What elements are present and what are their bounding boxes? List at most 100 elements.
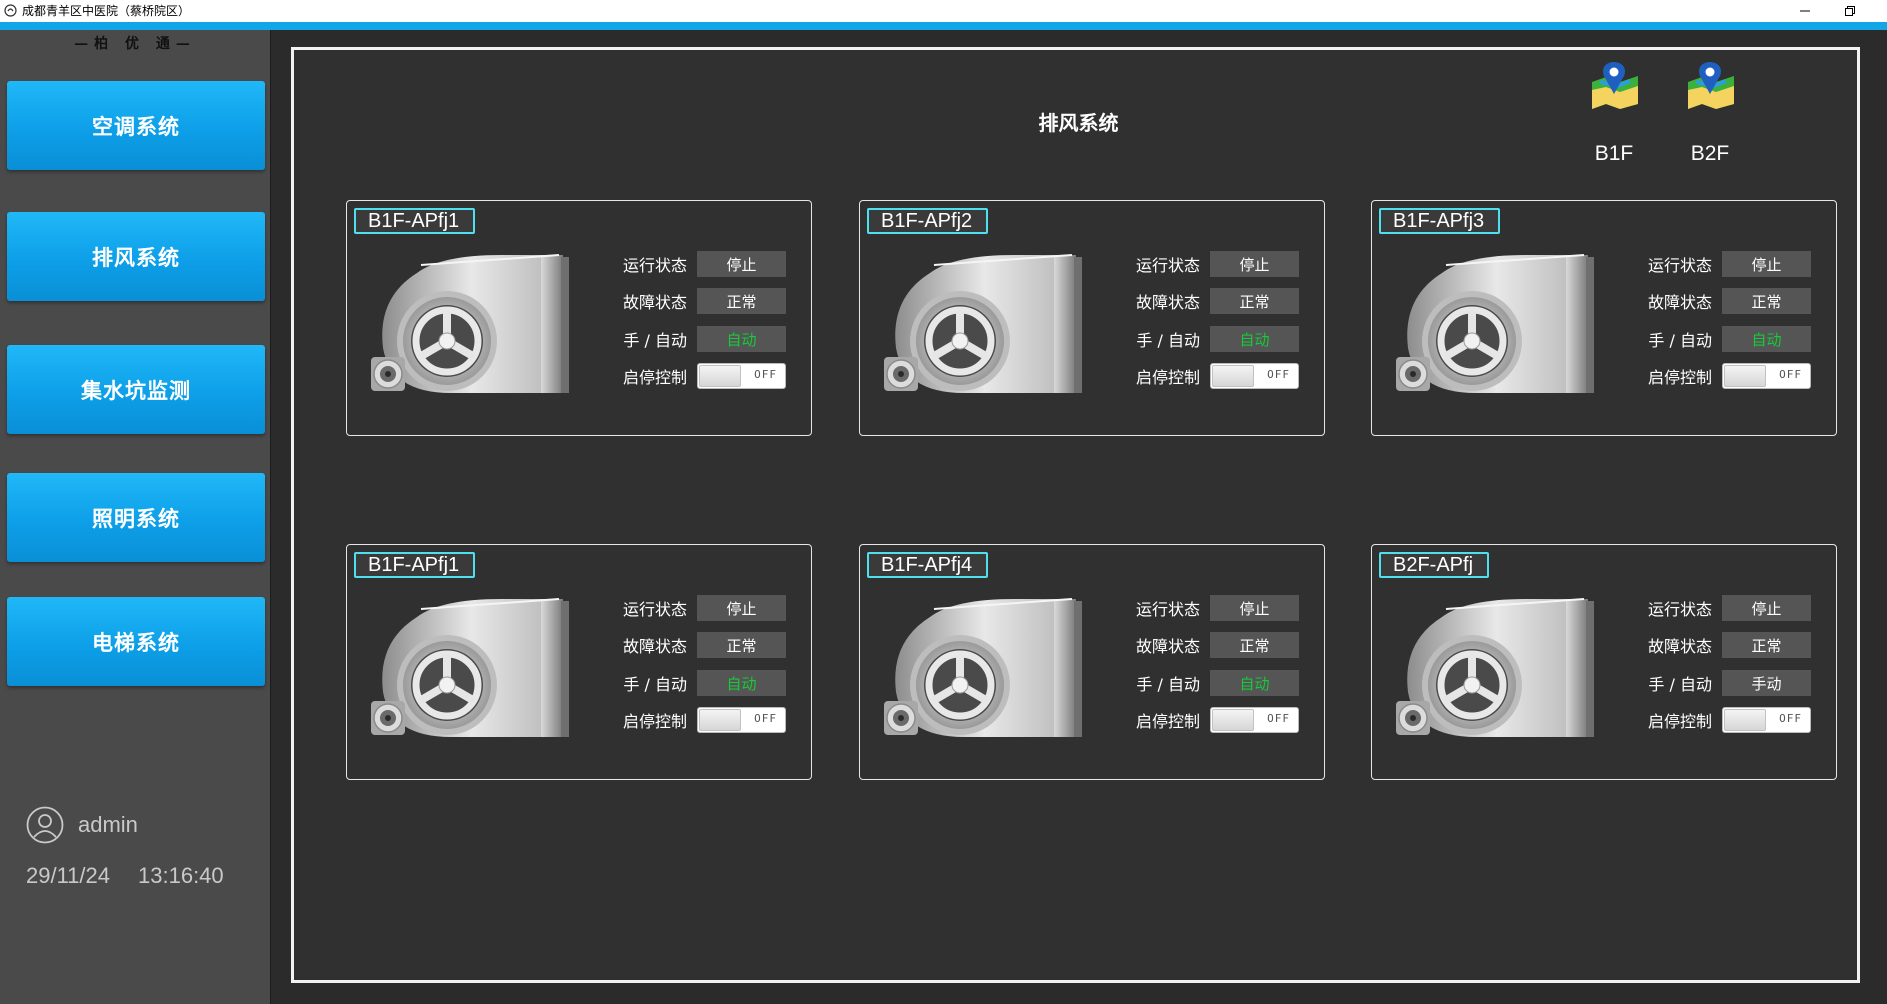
start-stop-toggle[interactable]: OFF — [697, 363, 786, 389]
device-card: B1F-APfj1 运行状态 停止 故障状态 正常 手 / 自动 自动 启停控制… — [346, 200, 812, 436]
run-status-row: 运行状态 停止 — [609, 250, 786, 278]
fault-status-row: 故障状态 正常 — [609, 287, 786, 315]
toggle-knob[interactable] — [699, 365, 741, 387]
toggle-state-text: OFF — [1779, 368, 1802, 381]
minimize-button[interactable] — [1782, 0, 1828, 22]
fault-status-row: 故障状态 正常 — [1634, 631, 1811, 659]
mode-row: 手 / 自动 自动 — [609, 669, 786, 697]
nav-sump-pit-button[interactable]: 集水坑监测 — [7, 345, 265, 434]
run-status-row: 运行状态 停止 — [1634, 250, 1811, 278]
run-status-row: 运行状态 停止 — [609, 594, 786, 622]
map-pin-icon — [1592, 62, 1638, 109]
device-name-tag: B1F-APfj3 — [1379, 208, 1501, 234]
mode-row: 手 / 自动 自动 — [1122, 325, 1299, 353]
mode-label: 手 / 自动 — [1648, 331, 1712, 350]
run-status-value: 停止 — [1722, 595, 1811, 621]
window-titlebar: 成都青羊区中医院（蔡桥院区） — [0, 0, 1887, 22]
mode-value: 自动 — [1722, 326, 1811, 352]
map-pin-icon — [1688, 62, 1734, 109]
fault-status-value: 正常 — [1722, 288, 1811, 314]
run-status-row: 运行状态 停止 — [1122, 250, 1299, 278]
exhaust-fan-icon — [1396, 254, 1594, 393]
mode-label: 手 / 自动 — [623, 331, 687, 350]
page-title: 排风系统 — [1038, 111, 1119, 135]
title-accent-line — [0, 22, 1887, 30]
nav-air-conditioning-button[interactable]: 空调系统 — [7, 81, 265, 170]
app-icon — [4, 4, 17, 17]
device-card: B1F-APfj1 运行状态 停止 故障状态 正常 手 / 自动 自动 启停控制… — [346, 544, 812, 780]
toggle-state-text: OFF — [754, 712, 777, 725]
fault-status-label: 故障状态 — [1647, 637, 1712, 656]
device-name-tag: B1F-APfj2 — [867, 208, 989, 234]
mode-value: 自动 — [697, 670, 786, 696]
run-status-label: 运行状态 — [1647, 256, 1712, 275]
sidebar: —柏 优 通— 空调系统 排风系统 集水坑监测 照明系统 电梯系统 admin … — [0, 30, 270, 1004]
current-time: 13:16:40 — [138, 863, 224, 888]
run-status-value: 停止 — [1722, 251, 1811, 277]
fault-status-value: 正常 — [697, 288, 786, 314]
nav-exhaust-button[interactable]: 排风系统 — [7, 212, 265, 301]
exhaust-fan-icon — [1396, 598, 1594, 737]
mode-label: 手 / 自动 — [1648, 675, 1712, 694]
content-frame — [291, 47, 1860, 983]
fault-status-value: 正常 — [1210, 288, 1299, 314]
toggle-knob[interactable] — [1212, 709, 1254, 731]
window-title: 成都青羊区中医院（蔡桥院区） — [22, 4, 191, 18]
device-card: B1F-APfj4 运行状态 停止 故障状态 正常 手 / 自动 自动 启停控制… — [859, 544, 1325, 780]
fault-status-row: 故障状态 正常 — [1122, 287, 1299, 315]
toggle-state-text: OFF — [1267, 712, 1290, 725]
device-name-tag: B1F-APfj1 — [354, 208, 476, 234]
nav-lighting-button[interactable]: 照明系统 — [7, 473, 265, 562]
nav-elevator-button[interactable]: 电梯系统 — [7, 597, 265, 686]
floor-b2f-label: B2F — [1690, 142, 1730, 165]
restore-icon — [1845, 6, 1855, 16]
start-stop-toggle[interactable]: OFF — [1722, 363, 1811, 389]
mode-label: 手 / 自动 — [1136, 675, 1200, 694]
run-status-row: 运行状态 停止 — [1122, 594, 1299, 622]
fault-status-label: 故障状态 — [1647, 293, 1712, 312]
floor-b1f-label: B1F — [1594, 142, 1634, 165]
mode-row: 手 / 自动 自动 — [1634, 325, 1811, 353]
mode-row: 手 / 自动 手动 — [1634, 669, 1811, 697]
start-stop-toggle[interactable]: OFF — [697, 707, 786, 733]
restore-button[interactable] — [1827, 0, 1873, 22]
start-stop-label: 启停控制 — [1647, 368, 1712, 387]
start-stop-label: 启停控制 — [1135, 368, 1200, 387]
toggle-knob[interactable] — [1724, 709, 1766, 731]
fault-status-row: 故障状态 正常 — [609, 631, 786, 659]
user-info[interactable]: admin — [26, 806, 138, 844]
run-status-label: 运行状态 — [1647, 600, 1712, 619]
run-status-row: 运行状态 停止 — [1634, 594, 1811, 622]
run-status-value: 停止 — [1210, 251, 1299, 277]
run-status-value: 停止 — [1210, 595, 1299, 621]
control-row: 启停控制 OFF — [609, 362, 786, 390]
toggle-knob[interactable] — [699, 709, 741, 731]
toggle-knob[interactable] — [1724, 365, 1766, 387]
device-card: B1F-APfj2 运行状态 停止 故障状态 正常 手 / 自动 自动 启停控制… — [859, 200, 1325, 436]
fault-status-value: 正常 — [697, 632, 786, 658]
start-stop-toggle[interactable]: OFF — [1210, 707, 1299, 733]
floor-b2f-button[interactable]: B2F — [1680, 60, 1740, 165]
start-stop-label: 启停控制 — [1135, 712, 1200, 731]
toggle-knob[interactable] — [1212, 365, 1254, 387]
device-name-tag: B2F-APfj — [1379, 552, 1490, 578]
exhaust-fan-icon — [884, 254, 1082, 393]
exhaust-fan-icon — [884, 598, 1082, 737]
exhaust-fan-icon — [371, 598, 569, 737]
control-row: 启停控制 OFF — [1634, 706, 1811, 734]
control-row: 启停控制 OFF — [1634, 362, 1811, 390]
minimize-icon — [1800, 10, 1810, 12]
run-status-label: 运行状态 — [622, 600, 687, 619]
device-name-tag: B1F-APfj1 — [354, 552, 476, 578]
floor-b1f-button[interactable]: B1F — [1584, 60, 1644, 165]
start-stop-toggle[interactable]: OFF — [1210, 363, 1299, 389]
start-stop-toggle[interactable]: OFF — [1722, 707, 1811, 733]
fault-status-label: 故障状态 — [622, 293, 687, 312]
control-row: 启停控制 OFF — [1122, 362, 1299, 390]
mode-value: 自动 — [1210, 326, 1299, 352]
run-status-label: 运行状态 — [1135, 600, 1200, 619]
toggle-state-text: OFF — [1267, 368, 1290, 381]
mode-label: 手 / 自动 — [1136, 331, 1200, 350]
mode-row: 手 / 自动 自动 — [609, 325, 786, 353]
run-status-value: 停止 — [697, 595, 786, 621]
